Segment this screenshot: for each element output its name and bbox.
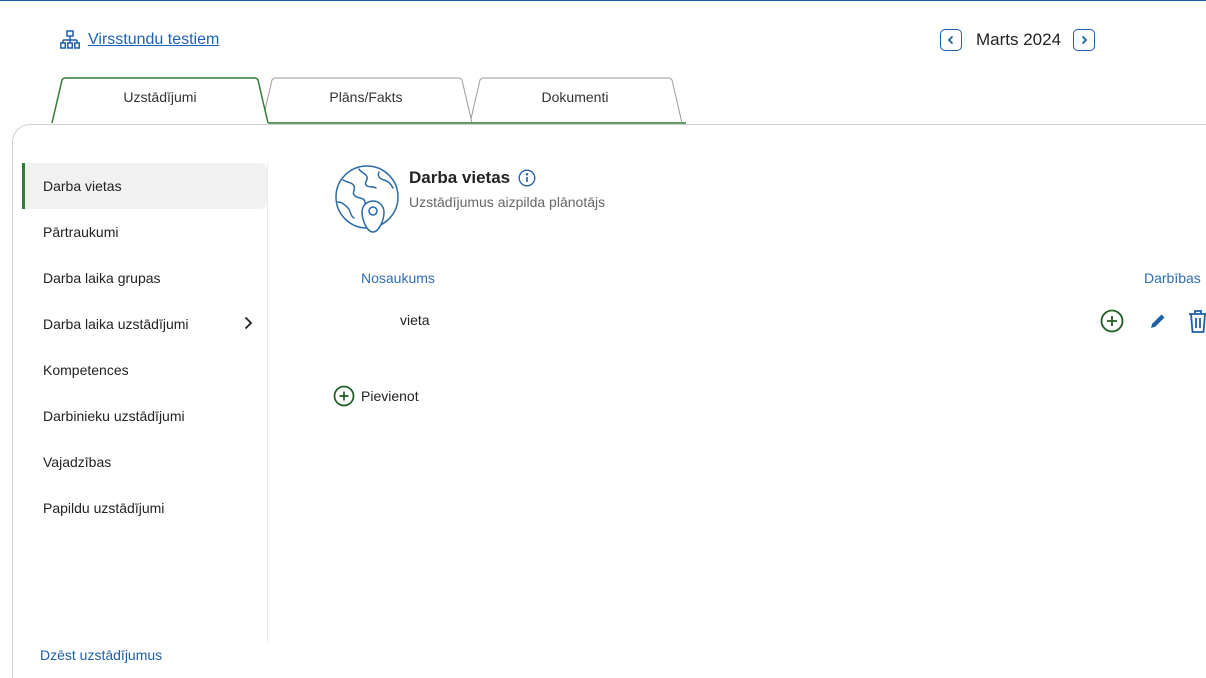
top-border <box>0 0 1206 1</box>
section-title: Darba vietas <box>409 168 536 188</box>
org-chart-icon <box>60 30 80 49</box>
chevron-left-icon <box>947 35 954 45</box>
table-row-name: vieta <box>400 312 430 328</box>
tab-bar: Uzstādījumi Plāns/Fakts Dokumenti <box>0 76 1206 126</box>
sidebar-item-label: Darba laika grupas <box>43 270 161 286</box>
sidebar-item-label: Darbinieku uzstādījumi <box>43 408 185 424</box>
sidebar-item-label: Vajadzības <box>43 454 112 470</box>
sidebar-item-vajadzibas[interactable]: Vajadzības <box>22 439 267 485</box>
sidebar-item-darba-laika-grupas[interactable]: Darba laika grupas <box>22 255 267 301</box>
organization-link[interactable]: Virsstundu testiem <box>60 30 219 50</box>
month-navigator: Marts 2024 <box>940 29 1096 51</box>
organization-name: Virsstundu testiem <box>88 31 220 48</box>
current-month: Marts 2024 <box>976 30 1062 49</box>
sidebar-item-darbinieku-uzstadijumi[interactable]: Darbinieku uzstādījumi <box>22 393 267 439</box>
column-header-name: Nosaukums <box>361 270 435 286</box>
chevron-right-icon <box>244 316 253 330</box>
sidebar-item-label: Pārtraukumi <box>43 224 119 240</box>
chevron-right-icon <box>1081 35 1088 45</box>
settings-sidebar: Darba vietas Pārtraukumi Darba laika gru… <box>22 163 268 643</box>
sidebar-item-label: Papildu uzstādījumi <box>43 500 165 516</box>
column-header-actions: Darbības <box>1144 270 1201 286</box>
add-button-label: Pievienot <box>361 388 419 404</box>
tab-uzstadijumi[interactable]: Uzstādījumi <box>64 89 256 105</box>
delete-row-button[interactable] <box>1186 308 1206 334</box>
next-month-button[interactable] <box>1073 29 1096 51</box>
sidebar-item-label: Kompetences <box>43 362 129 378</box>
sidebar-item-kompetences[interactable]: Kompetences <box>22 347 267 393</box>
sidebar-item-partraukumi[interactable]: Pārtraukumi <box>22 209 267 255</box>
tab-plans-fakts[interactable]: Plāns/Fakts <box>272 89 460 105</box>
info-icon[interactable] <box>518 169 536 187</box>
sidebar-item-papildu-uzstadijumi[interactable]: Papildu uzstādījumi <box>22 485 267 531</box>
section-subtitle: Uzstādījumus aizpilda plānotājs <box>409 194 606 210</box>
add-workplace-button[interactable]: Pievienot <box>333 385 419 407</box>
sidebar-item-label: Darba vietas <box>43 178 122 194</box>
globe-location-icon <box>335 165 399 233</box>
sidebar-item-darba-vietas[interactable]: Darba vietas <box>22 163 267 209</box>
plus-circle-icon <box>333 385 355 407</box>
add-row-button[interactable] <box>1100 309 1124 333</box>
delete-settings-link[interactable]: Dzēst uzstādījumus <box>40 647 162 663</box>
sidebar-item-label: Darba laika uzstādījumi <box>43 316 189 332</box>
edit-row-button[interactable] <box>1148 311 1168 331</box>
tab-dokumenti[interactable]: Dokumenti <box>480 89 670 105</box>
prev-month-button[interactable] <box>940 29 962 51</box>
section-title-text: Darba vietas <box>409 168 511 187</box>
sidebar-item-darba-laika-uzstadijumi[interactable]: Darba laika uzstādījumi <box>22 301 267 347</box>
